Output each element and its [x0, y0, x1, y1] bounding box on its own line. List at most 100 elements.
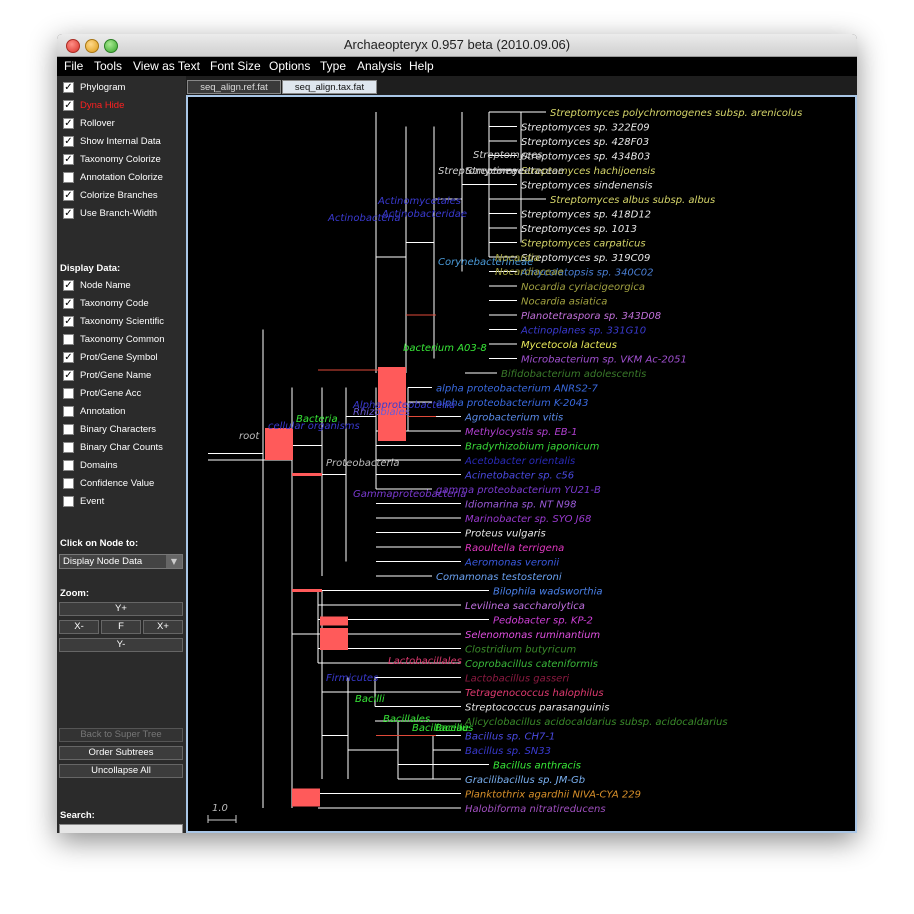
menu-analysis[interactable]: Analysis — [357, 59, 402, 73]
display-checkbox-1[interactable]: ✓ Taxonomy Code — [62, 296, 182, 312]
tree-leaf-label[interactable]: Streptomyces sp. 322E09 — [521, 123, 650, 134]
tree-internal-label[interactable]: Bacillus — [435, 723, 473, 734]
checkbox-box[interactable]: ✓ — [63, 280, 74, 291]
option-checkbox-0[interactable]: ✓ Phylogram — [62, 80, 182, 96]
menu-help[interactable]: Help — [409, 59, 434, 73]
checkbox-box[interactable]: ✓ — [63, 100, 74, 111]
tree-leaf-label[interactable]: Alicyclobacillus acidocaldarius subsp. a… — [464, 717, 728, 728]
tree-leaf-label[interactable]: Nocardia asiatica — [521, 297, 607, 308]
option-checkbox-4[interactable]: ✓ Taxonomy Colorize — [62, 152, 182, 168]
checkbox-box[interactable] — [63, 424, 74, 435]
uncollapse-all-button[interactable]: Uncollapse All — [59, 764, 183, 778]
tree-leaf-label[interactable]: Nocardia cyriacigeorgica — [521, 282, 645, 293]
tree-leaf-label[interactable]: Streptomyces albus subsp. albus — [550, 195, 715, 206]
tree-internal-label[interactable]: bacterium A03-8 — [403, 343, 487, 354]
display-checkbox-11[interactable]: Confidence Value — [62, 476, 182, 492]
checkbox-box[interactable]: ✓ — [63, 82, 74, 93]
tree-internal-label[interactable]: Nocardiaceae — [495, 267, 564, 278]
checkbox-box[interactable]: ✓ — [63, 136, 74, 147]
tree-leaf-label[interactable]: Streptomyces sp. 319C09 — [521, 253, 650, 264]
zoom-y-minus-button[interactable]: Y- — [59, 638, 183, 652]
checkbox-box[interactable] — [63, 496, 74, 507]
tree-leaf-label[interactable]: Streptococcus parasanguinis — [465, 703, 609, 714]
collapsed-node-highlight[interactable] — [320, 628, 348, 650]
checkbox-box[interactable]: ✓ — [63, 316, 74, 327]
tree-internal-label[interactable]: cellular organisms — [268, 421, 360, 432]
checkbox-box[interactable] — [63, 442, 74, 453]
tree-leaf-label[interactable]: Clostridium butyricum — [465, 645, 577, 656]
option-checkbox-3[interactable]: ✓ Show Internal Data — [62, 134, 182, 150]
zoom-fit-button[interactable]: F — [101, 620, 141, 634]
tree-internal-label[interactable]: Bacilli — [355, 694, 385, 705]
option-checkbox-1[interactable]: ✓ Dyna Hide — [62, 98, 182, 114]
tab-tax-fat[interactable]: seq_align.tax.fat — [282, 80, 377, 94]
menu-options[interactable]: Options — [269, 59, 310, 73]
checkbox-box[interactable]: ✓ — [63, 154, 74, 165]
checkbox-box[interactable] — [63, 388, 74, 399]
tree-leaf-label[interactable]: Acinetobacter sp. c56 — [464, 471, 574, 482]
phylogenetic-tree[interactable]: Streptomyces polychromogenes subsp. aren… — [188, 97, 855, 831]
tree-leaf-label[interactable]: Bacillus sp. CH7-1 — [465, 732, 555, 743]
tree-internal-label[interactable]: Lactobacillales — [388, 656, 462, 667]
tree-internal-label[interactable]: Actinobacteria — [327, 213, 401, 224]
tree-leaf-label[interactable]: Streptomyces polychromogenes subsp. aren… — [550, 108, 802, 119]
tree-leaf-label[interactable]: Streptomyces sindenensis — [521, 181, 652, 192]
tree-leaf-label[interactable]: Marinobacter sp. SYO J68 — [465, 514, 591, 525]
tree-leaf-label[interactable]: Proteus vulgaris — [465, 529, 546, 540]
tree-leaf-label[interactable]: Planktothrix agardhii NIVA-CYA 229 — [465, 790, 641, 801]
tree-leaf-label[interactable]: Coprobacillus cateniformis — [465, 659, 598, 670]
tree-internal-label[interactable]: Nocardia — [495, 253, 540, 264]
tree-leaf-label[interactable]: Idiomarina sp. NT N98 — [465, 500, 576, 511]
option-checkbox-5[interactable]: Annotation Colorize — [62, 170, 182, 186]
tree-internal-label[interactable]: root — [239, 431, 260, 442]
checkbox-box[interactable] — [63, 172, 74, 183]
menu-view-as-text[interactable]: View as Text — [133, 59, 200, 73]
tree-leaf-label[interactable]: Comamonas testosteroni — [436, 572, 562, 583]
checkbox-box[interactable]: ✓ — [63, 370, 74, 381]
checkbox-box[interactable]: ✓ — [63, 208, 74, 219]
display-checkbox-4[interactable]: ✓ Prot/Gene Symbol — [62, 350, 182, 366]
checkbox-box[interactable]: ✓ — [63, 118, 74, 129]
display-checkbox-10[interactable]: Domains — [62, 458, 182, 474]
tree-leaf-label[interactable]: Raoultella terrigena — [465, 543, 564, 554]
click-on-node-select[interactable]: Display Node Data ▼ — [59, 554, 183, 569]
collapsed-node-highlight[interactable] — [320, 616, 348, 626]
tree-leaf-label[interactable]: Methylocystis sp. EB-1 — [465, 427, 577, 438]
collapsed-node-highlight[interactable] — [292, 788, 320, 807]
tree-internal-label[interactable]: Streptomycineae — [438, 166, 524, 177]
tree-leaf-label[interactable]: Bradyrhizobium japonicum — [465, 442, 600, 453]
display-checkbox-12[interactable]: Event — [62, 494, 182, 510]
checkbox-box[interactable] — [63, 478, 74, 489]
collapsed-node-highlight[interactable] — [265, 428, 293, 460]
display-checkbox-8[interactable]: Binary Characters — [62, 422, 182, 438]
display-checkbox-0[interactable]: ✓ Node Name — [62, 278, 182, 294]
tree-leaf-label[interactable]: Streptomyces sp. 428F03 — [521, 137, 649, 148]
tree-leaf-label[interactable]: Streptomyces sp. 1013 — [521, 224, 637, 235]
back-to-super-tree-button[interactable]: Back to Super Tree — [59, 728, 183, 742]
display-checkbox-6[interactable]: Prot/Gene Acc — [62, 386, 182, 402]
tree-leaf-label[interactable]: Agrobacterium vitis — [464, 413, 563, 424]
zoom-y-plus-button[interactable]: Y+ — [59, 602, 183, 616]
tree-leaf-label[interactable]: Bifidobacterium adolescentis — [501, 369, 646, 380]
tree-leaf-label[interactable]: Halobiforma nitratireducens — [465, 804, 606, 815]
zoom-x-minus-button[interactable]: X- — [59, 620, 99, 634]
tree-leaf-label[interactable]: Lactobacillus gasseri — [465, 674, 569, 685]
tree-leaf-label[interactable]: Mycetocola lacteus — [521, 340, 617, 351]
tree-internal-label[interactable]: Rhizobiales — [353, 407, 410, 418]
option-checkbox-6[interactable]: ✓ Colorize Branches — [62, 188, 182, 204]
tree-leaf-label[interactable]: Bacillus anthracis — [493, 761, 581, 772]
checkbox-box[interactable]: ✓ — [63, 352, 74, 363]
tree-internal-label[interactable]: Gammaproteobacteria — [353, 489, 466, 500]
tree-leaf-label[interactable]: Bacillus sp. SN33 — [465, 746, 551, 757]
checkbox-box[interactable] — [63, 460, 74, 471]
chevron-down-icon[interactable]: ▼ — [166, 555, 182, 568]
tree-leaf-label[interactable]: Acetobacter orientalis — [464, 456, 575, 467]
search-input[interactable] — [59, 824, 183, 833]
tree-leaf-label[interactable]: Gracilibacillus sp. JM-Gb — [465, 775, 585, 786]
display-checkbox-7[interactable]: Annotation — [62, 404, 182, 420]
checkbox-box[interactable]: ✓ — [63, 190, 74, 201]
tree-panel[interactable]: Streptomyces polychromogenes subsp. aren… — [186, 95, 857, 833]
display-checkbox-2[interactable]: ✓ Taxonomy Scientific — [62, 314, 182, 330]
display-checkbox-9[interactable]: Binary Char Counts — [62, 440, 182, 456]
tree-leaf-label[interactable]: Planotetraspora sp. 343D08 — [521, 311, 661, 322]
